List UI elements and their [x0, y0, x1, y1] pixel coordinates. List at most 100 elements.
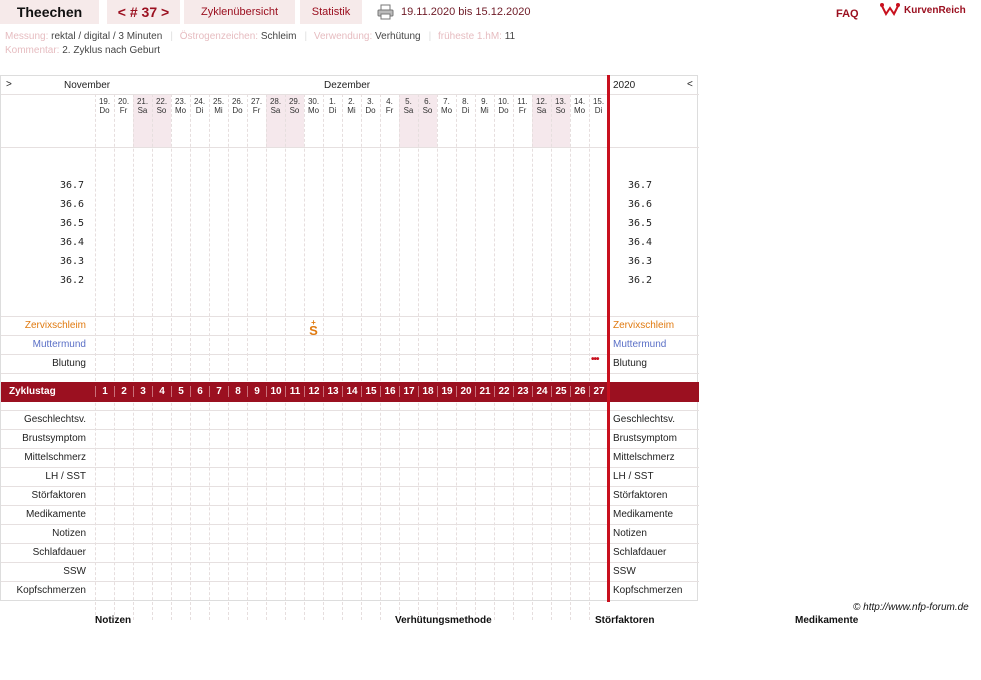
prev-cycle-button[interactable]: <: [118, 4, 126, 20]
zyklustag-label: Zyklustag: [9, 386, 56, 397]
row-divider: [1, 373, 699, 374]
day-header[interactable]: 3. Do: [361, 97, 380, 115]
day-header[interactable]: 14. Mo: [570, 97, 589, 115]
footer-notizen: Notizen: [95, 615, 132, 626]
day-gridline: [380, 94, 381, 620]
day-header[interactable]: 8. Di: [456, 97, 475, 115]
bottom-row-label[interactable]: Geschlechtsv.: [2, 414, 86, 425]
zervix-mark-s: S: [309, 323, 318, 338]
day-gridline: [456, 94, 457, 620]
day-header[interactable]: 20. Fr: [114, 97, 133, 115]
bottom-row-label[interactable]: Notizen: [2, 528, 86, 539]
date-range: 19.11.2020 bis 15.12.2020: [401, 6, 531, 18]
temp-label: 36.5: [60, 218, 85, 229]
meta-line-1: Messung: rektal / digital / 3 Minuten | Ö…: [5, 31, 516, 42]
day-date: 25.: [212, 97, 225, 106]
day-header[interactable]: 24. Di: [190, 97, 209, 115]
messung-key: Messung:: [5, 31, 49, 42]
cycle-overview-button[interactable]: Zyklenübersicht: [184, 0, 295, 24]
day-header[interactable]: 6. So: [418, 97, 437, 115]
bottom-row-label[interactable]: Schlafdauer: [2, 547, 86, 558]
day-gridline: [361, 94, 362, 620]
day-header[interactable]: 25. Mi: [209, 97, 228, 115]
blutung-label: Blutung: [52, 358, 86, 369]
day-weekday: Do: [99, 106, 110, 115]
day-header[interactable]: 2. Mi: [342, 97, 361, 115]
zyklustag-number: 26: [570, 386, 589, 397]
day-header[interactable]: 23. Mo: [171, 97, 190, 115]
day-gridline: [209, 94, 210, 620]
day-header[interactable]: 13. So: [551, 97, 570, 115]
row-divider: [1, 505, 699, 506]
bottom-row-label[interactable]: Brustsymptom: [2, 433, 86, 444]
day-header[interactable]: 4. Fr: [380, 97, 399, 115]
day-gridline: [570, 94, 571, 620]
day-header[interactable]: 12. Sa: [532, 97, 551, 115]
bottom-row-label-right: Mittelschmerz: [613, 452, 675, 463]
bottom-row-label[interactable]: Kopfschmerzen: [2, 585, 86, 596]
day-weekday: Sa: [270, 106, 281, 115]
day-header[interactable]: 19. Do: [95, 97, 114, 115]
zervix-mark-s-plus[interactable]: + S: [304, 319, 323, 338]
day-date: 23.: [174, 97, 187, 106]
today-marker-line: [607, 75, 610, 602]
cycle-number: # 37: [129, 4, 158, 20]
day-weekday: Mo: [440, 106, 453, 115]
temp-label-right: 36.2: [628, 275, 653, 286]
day-header[interactable]: 9. Mi: [475, 97, 494, 115]
zyklustag-number: 19: [437, 386, 456, 397]
temp-label: 36.6: [60, 199, 85, 210]
day-gridline: [152, 94, 153, 620]
day-gridline: [494, 94, 495, 620]
day-header[interactable]: 28. Sa: [266, 97, 285, 115]
statistics-button[interactable]: Statistik: [300, 0, 362, 24]
day-gridline: [228, 94, 229, 620]
day-weekday: Sa: [536, 106, 547, 115]
zyklustag-number: 20: [456, 386, 475, 397]
day-header[interactable]: 22. So: [152, 97, 171, 115]
zyklustag-number: 21: [475, 386, 494, 397]
meta-line-2: Kommentar: 2. Zyklus nach Geburt: [5, 45, 164, 56]
printer-icon[interactable]: [377, 4, 394, 20]
day-header[interactable]: 5. Sa: [399, 97, 418, 115]
day-header[interactable]: 30. Mo: [304, 97, 323, 115]
day-header[interactable]: 11. Fr: [513, 97, 532, 115]
day-weekday: So: [555, 106, 566, 115]
day-gridline: [589, 94, 590, 620]
bottom-row-label[interactable]: Störfaktoren: [2, 490, 86, 501]
zyklustag-number: 4: [152, 386, 171, 397]
zyklustag-number: 23: [513, 386, 532, 397]
day-gridline: [304, 94, 305, 620]
scroll-left-arrow[interactable]: >: [6, 79, 12, 90]
cycle-chart: > November Dezember 2020 < 19. Do 20. Fr 21.…: [0, 75, 699, 620]
day-date: 9.: [481, 97, 488, 106]
muttermund-label: Muttermund: [32, 339, 86, 350]
day-header[interactable]: 15. Di: [589, 97, 608, 115]
bottom-row-label[interactable]: Medikamente: [2, 509, 86, 520]
bleeding-mark[interactable]: •••: [591, 354, 599, 365]
day-header[interactable]: 10. Do: [494, 97, 513, 115]
bottom-row-label[interactable]: LH / SST: [2, 471, 86, 482]
day-date: 29.: [288, 97, 301, 106]
day-header[interactable]: 29. So: [285, 97, 304, 115]
scroll-right-arrow[interactable]: <: [687, 79, 693, 90]
bottom-row-label[interactable]: Mittelschmerz: [2, 452, 86, 463]
day-weekday: Sa: [137, 106, 148, 115]
bottom-row-label[interactable]: SSW: [2, 566, 86, 577]
day-header[interactable]: 27. Fr: [247, 97, 266, 115]
temp-label: 36.3: [60, 256, 85, 267]
day-date: 6.: [424, 97, 431, 106]
header-divider: [1, 94, 699, 95]
day-header[interactable]: 7. Mo: [437, 97, 456, 115]
kurvenreich-logo[interactable]: KurvenReich: [880, 2, 966, 18]
day-date: 26.: [231, 97, 244, 106]
day-weekday: So: [156, 106, 167, 115]
bottom-row-label-right: Medikamente: [613, 509, 674, 520]
next-cycle-button[interactable]: >: [161, 4, 169, 20]
zyklustag-number: 3: [133, 386, 152, 397]
day-header[interactable]: 1. Di: [323, 97, 342, 115]
day-header[interactable]: 26. Do: [228, 97, 247, 115]
row-divider: [1, 581, 699, 582]
faq-link[interactable]: FAQ: [836, 8, 859, 20]
day-header[interactable]: 21. Sa: [133, 97, 152, 115]
